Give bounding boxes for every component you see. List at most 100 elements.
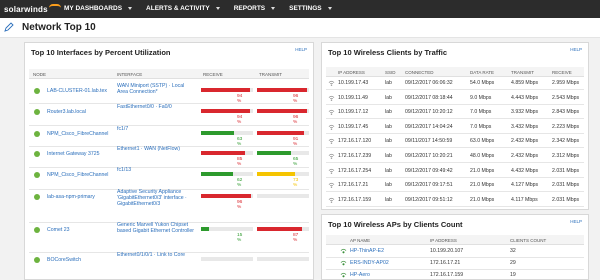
data-rate: 21.0 Mbps — [470, 182, 495, 189]
caret-down-icon — [327, 7, 332, 10]
ap-name-link[interactable]: ERS-INDY-AP02 — [350, 260, 389, 266]
ip-address: 172.16.17.239 — [338, 153, 372, 159]
transmit-bar-fill — [257, 227, 303, 231]
ap-name-link[interactable]: HP-ThinAP-E2 — [350, 248, 384, 254]
receive-value: 85 % — [237, 157, 243, 167]
node-link[interactable]: Comet 23 — [47, 227, 70, 233]
help-link[interactable]: HELP — [570, 219, 582, 224]
col-transmit[interactable]: TRANSMIT — [511, 70, 534, 75]
clients-count: 29 — [510, 260, 516, 266]
status-up-icon — [34, 151, 40, 157]
interface-link[interactable]: fc1/7 — [117, 126, 195, 132]
receive-bar-fill — [201, 172, 234, 176]
col-ip-address[interactable]: IP ADDRESS — [338, 70, 365, 75]
node-link[interactable]: BOCoreSwitch — [47, 257, 81, 263]
nav-settings[interactable]: SETTINGS — [289, 0, 336, 18]
data-rate: 21.0 Mbps — [470, 167, 495, 174]
col-data-rate[interactable]: DATA RATE — [470, 70, 494, 75]
row-divider — [326, 147, 584, 149]
connected-time: 09/12/2017 10:20:21 — [405, 153, 453, 159]
nav-label: ALERTS & ACTIVITY — [146, 5, 210, 12]
connected-time: 09/11/2017 14:50:59 — [405, 138, 453, 145]
receive-bar-fill — [201, 109, 250, 113]
ap-name-link[interactable]: HP-Aero — [350, 272, 370, 278]
node-link[interactable]: NPM_Cisco_FibreChannel — [47, 172, 108, 178]
interface-link[interactable]: Adaptive Security Appliance 'GigabitEthe… — [117, 189, 195, 207]
node-link[interactable]: lab-asa-npm-primary — [47, 194, 95, 200]
transmit-bar-fill — [257, 172, 295, 176]
nav-reports[interactable]: REPORTS — [234, 0, 279, 18]
interface-link[interactable]: Ethernet0/1/0/1 · Link to Core — [117, 252, 195, 258]
receive-bar-fill — [201, 151, 246, 155]
col-interface[interactable]: INTERFACE — [117, 72, 142, 77]
interface-link[interactable]: Ethernet1 · WAN (NetFlow) — [117, 146, 195, 152]
interface-link[interactable]: fc1/13 — [117, 167, 195, 173]
transmit-rate: 4.443 Mbps — [511, 94, 539, 101]
wifi-client-icon — [328, 80, 335, 86]
receive-value: 94 % — [237, 115, 243, 125]
node-link[interactable]: Internet Gateway 3725 — [47, 151, 100, 157]
col-connected[interactable]: CONNECTED — [405, 70, 434, 75]
node-link[interactable]: Router3.lab.local — [47, 109, 86, 115]
help-link[interactable]: HELP — [295, 47, 307, 52]
wifi-client-icon — [328, 197, 335, 203]
col-receive[interactable]: RECEIVE — [203, 72, 223, 77]
transmit-rate: 4.127 Mbps — [511, 182, 539, 189]
page-header: Network Top 10 — [0, 18, 600, 38]
col-transmit[interactable]: TRANSMIT — [259, 72, 282, 77]
col-ssid[interactable]: SSID — [385, 70, 396, 75]
nav-label: SETTINGS — [289, 5, 322, 12]
receive-rate: 2.543 Mbps — [552, 94, 580, 101]
wifi-client-icon — [328, 153, 335, 159]
page-title: Network Top 10 — [22, 22, 96, 33]
access-point-icon — [340, 272, 347, 278]
connected-time: 09/12/2017 06:06:32 — [405, 80, 453, 86]
transmit-rate: 2.432 Mbps — [511, 153, 539, 159]
transmit-rate: 4.859 Mbps — [511, 80, 539, 86]
caret-down-icon — [128, 7, 133, 10]
ssid: lab — [385, 80, 392, 86]
connected-time: 09/12/2017 08:18:44 — [405, 94, 453, 101]
receive-value: 96 % — [237, 200, 243, 210]
col-node[interactable]: NODE — [33, 72, 46, 77]
main-nav: MY DASHBOARDS ALERTS & ACTIVITY REPORTS … — [64, 0, 346, 18]
ip-address: 10.199.11.49 — [338, 94, 368, 101]
row-divider — [326, 103, 584, 105]
top-nav-bar: solarwinds MY DASHBOARDS ALERTS & ACTIVI… — [0, 0, 600, 18]
receive-rate: 2.342 Mbps — [552, 138, 580, 145]
interface-link[interactable]: Generic Marvell Yukon Chipset based Giga… — [117, 222, 195, 234]
solarwinds-logo[interactable]: solarwinds — [4, 2, 61, 16]
wifi-client-icon — [328, 124, 335, 130]
node-link[interactable]: NPM_Cisco_FibreChannel — [47, 131, 108, 137]
pencil-edit-icon[interactable] — [4, 22, 14, 32]
receive-bar-fill — [201, 227, 209, 231]
col-clients-count[interactable]: CLIENTS COUNT — [510, 238, 546, 243]
ap-ip-address: 172.16.17.21 — [430, 260, 461, 266]
row-divider — [326, 176, 584, 178]
receive-bar-fill — [201, 88, 250, 92]
transmit-rate: 2.432 Mbps — [511, 138, 539, 145]
receive-rate: 2.031 Mbps — [552, 196, 580, 203]
interfaces-panel: Top 10 Interfaces by Percent Utilization… — [24, 42, 314, 280]
interface-link[interactable]: WAN Miniport (SSTP) · Local Area Connect… — [117, 83, 195, 95]
col-ap-name[interactable]: AP NAME — [350, 238, 370, 243]
nav-my-dashboards[interactable]: MY DASHBOARDS — [64, 0, 136, 18]
nav-alerts-activity[interactable]: ALERTS & ACTIVITY — [146, 0, 224, 18]
transmit-bar-fill — [257, 88, 307, 92]
transmit-value: 87 % — [293, 233, 299, 243]
ap-ip-address: 10.199.20.107 — [430, 248, 464, 254]
data-rate: 21.0 Mbps — [470, 196, 495, 203]
data-rate: 7.0 Mbps — [470, 109, 492, 116]
ssid: lab — [385, 167, 392, 174]
transmit-value: 65 % — [293, 157, 299, 167]
receive-rate: 2.312 Mbps — [552, 153, 580, 159]
col-ip-address[interactable]: IP ADDRESS — [430, 238, 457, 243]
col-receive[interactable]: RECEIVE — [552, 70, 572, 75]
nav-label: REPORTS — [233, 5, 266, 12]
receive-bar — [201, 227, 253, 231]
help-link[interactable]: HELP — [570, 47, 582, 52]
ip-address: 172.16.17.254 — [338, 167, 372, 174]
node-link[interactable]: LAB-CLUSTER-01.lab.tex — [47, 88, 107, 94]
caret-down-icon — [271, 7, 276, 10]
interface-link[interactable]: FastEthernet0/0 · Fa0/0 — [117, 104, 195, 110]
